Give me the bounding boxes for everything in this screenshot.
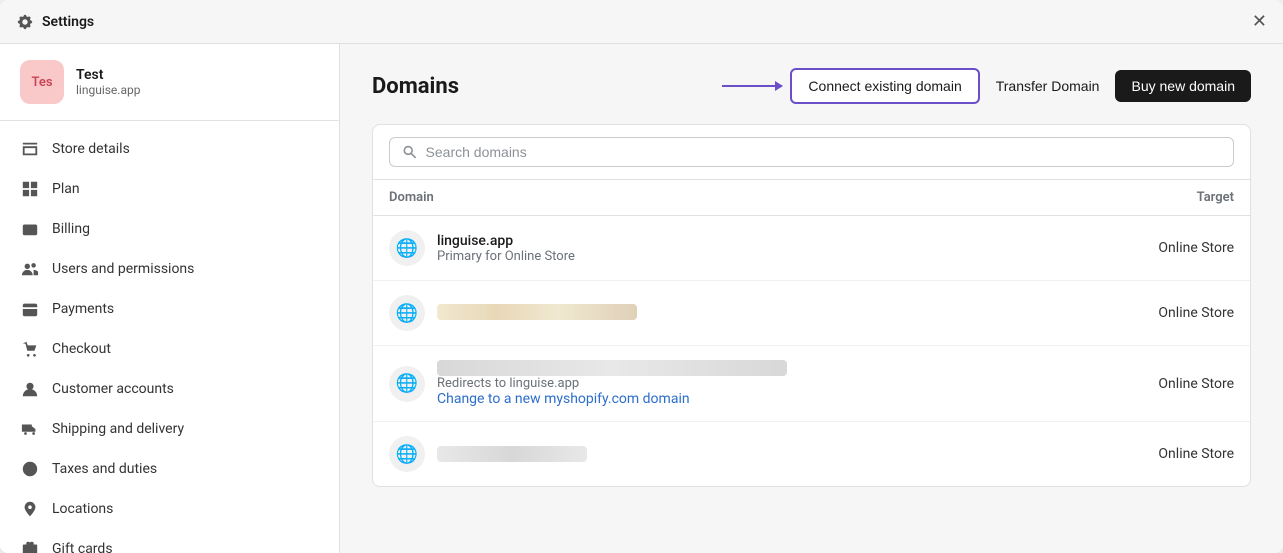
sidebar-item-shipping[interactable]: Shipping and delivery <box>0 409 339 449</box>
sidebar-label-locations: Locations <box>52 501 113 517</box>
sidebar-item-checkout[interactable]: Checkout <box>0 329 339 369</box>
table-row[interactable]: 🌐 Online Store <box>373 422 1250 486</box>
customer-icon <box>20 379 40 399</box>
payments-icon <box>20 299 40 319</box>
sidebar-label-customer: Customer accounts <box>52 381 174 397</box>
nav-list: Store details Plan Billing <box>0 121 339 553</box>
domain-target-1: Online Store <box>1084 240 1234 256</box>
sidebar-label-shipping: Shipping and delivery <box>52 421 184 437</box>
sidebar-label-payments: Payments <box>52 301 114 317</box>
table-row[interactable]: 🌐 Online Store <box>373 281 1250 346</box>
search-input[interactable] <box>426 144 1221 160</box>
shipping-icon <box>20 419 40 439</box>
sidebar: Tes Test linguise.app Store details <box>0 44 340 553</box>
search-input-wrap[interactable] <box>389 137 1234 167</box>
sidebar-item-store-details[interactable]: Store details <box>0 129 339 169</box>
checkout-icon <box>20 339 40 359</box>
sidebar-item-payments[interactable]: Payments <box>0 289 339 329</box>
buy-domain-button[interactable]: Buy new domain <box>1115 70 1251 102</box>
avatar: Tes <box>20 60 64 104</box>
arrow-line <box>722 85 782 87</box>
domain-name-blurred <box>437 304 637 320</box>
panel-header: Domains Connect existing domain Transfer… <box>372 68 1251 104</box>
sidebar-item-locations[interactable]: Locations <box>0 489 339 529</box>
sidebar-label-taxes: Taxes and duties <box>52 461 157 477</box>
transfer-domain-button[interactable]: Transfer Domain <box>980 70 1116 102</box>
page-title: Domains <box>372 74 459 99</box>
sidebar-item-users[interactable]: Users and permissions <box>0 249 339 289</box>
sidebar-label-billing: Billing <box>52 221 90 237</box>
table-row[interactable]: 🌐 Redirects to linguise.app Change to a … <box>373 346 1250 422</box>
plan-icon <box>20 179 40 199</box>
gift-icon <box>20 539 40 553</box>
sidebar-label-users: Users and permissions <box>52 261 194 277</box>
close-icon[interactable]: ✕ <box>1252 13 1267 31</box>
sidebar-item-plan[interactable]: Plan <box>0 169 339 209</box>
sidebar-label-gift-cards: Gift cards <box>52 541 113 553</box>
arrow-annotation <box>722 85 782 87</box>
sidebar-item-customer-accounts[interactable]: Customer accounts <box>0 369 339 409</box>
globe-icon: 🌐 <box>389 366 425 402</box>
table-header: Domain Target <box>373 180 1250 216</box>
store-icon <box>20 139 40 159</box>
title-bar: Settings ✕ <box>0 0 1283 44</box>
globe-icon: 🌐 <box>389 295 425 331</box>
domain-name-primary: linguise.app <box>437 233 1072 249</box>
globe-icon: 🌐 <box>389 436 425 472</box>
window-title: Settings <box>42 14 94 30</box>
gear-icon <box>16 13 34 31</box>
connect-domain-button[interactable]: Connect existing domain <box>790 68 979 104</box>
globe-icon: 🌐 <box>389 230 425 266</box>
domain-card: Domain Target 🌐 linguise.app Primary for… <box>372 124 1251 487</box>
header-actions: Connect existing domain Transfer Domain … <box>722 68 1251 104</box>
sidebar-label-store-details: Store details <box>52 141 130 157</box>
store-url: linguise.app <box>76 83 140 97</box>
sidebar-item-billing[interactable]: Billing <box>0 209 339 249</box>
domain-target-4: Online Store <box>1084 446 1234 462</box>
users-icon <box>20 259 40 279</box>
table-row[interactable]: 🌐 linguise.app Primary for Online Store … <box>373 216 1250 281</box>
domain-target-3: Online Store <box>1084 376 1234 392</box>
col-header-target: Target <box>1084 190 1234 205</box>
locations-icon <box>20 499 40 519</box>
store-header[interactable]: Tes Test linguise.app <box>0 44 339 121</box>
sidebar-label-checkout: Checkout <box>52 341 111 357</box>
change-domain-link[interactable]: Change to a new myshopify.com domain <box>437 391 1072 407</box>
search-icon <box>402 144 418 160</box>
domain-name-blurred2 <box>437 360 787 376</box>
search-bar <box>373 125 1250 180</box>
sidebar-label-plan: Plan <box>52 181 80 197</box>
domain-sub-primary: Primary for Online Store <box>437 249 1072 264</box>
taxes-icon <box>20 459 40 479</box>
domain-target-2: Online Store <box>1084 305 1234 321</box>
sidebar-item-gift-cards[interactable]: Gift cards <box>0 529 339 553</box>
sidebar-item-taxes[interactable]: Taxes and duties <box>0 449 339 489</box>
domain-name-blurred3 <box>437 446 587 462</box>
col-header-domain: Domain <box>389 190 1084 205</box>
store-name: Test <box>76 67 140 83</box>
main-panel: Domains Connect existing domain Transfer… <box>340 44 1283 553</box>
domain-redirect-text: Redirects to linguise.app <box>437 376 1072 391</box>
billing-icon <box>20 219 40 239</box>
